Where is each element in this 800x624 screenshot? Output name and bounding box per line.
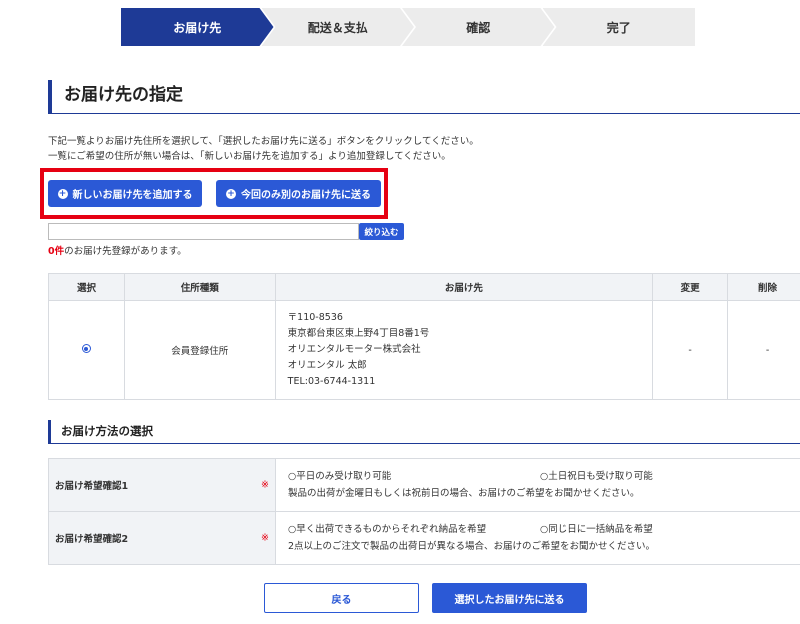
instruction-line-2: 一覧にご希望の住所が無い場合は、「新しいお届け先を追加する」より追加登録してくだ… <box>48 151 451 162</box>
split-delivery-option[interactable]: ○早く出荷できるものからそれぞれ納品を希望 <box>288 521 540 538</box>
street-address: 東京都台東区東上野4丁目8番1号 <box>287 328 430 339</box>
checkout-steps: お届け先 配送＆支払 確認 完了 <box>121 8 731 46</box>
address-type: 会員登録住所 <box>123 300 276 400</box>
method-label-1: お届け希望確認1 ※ <box>48 458 276 512</box>
plus-circle-icon: + <box>57 188 68 199</box>
weekday-only-option[interactable]: ○平日のみ受け取り可能 <box>288 468 540 485</box>
page-title: お届け先の指定 <box>48 80 800 114</box>
postal-code: 〒110-8536 <box>287 312 343 323</box>
step-shipping-payment: 配送＆支払 <box>262 8 415 46</box>
edit-cell: - <box>652 300 729 400</box>
instruction-line-1: 下記一覧よりお届け先住所を選択して、「選択したお届け先に送る」ボタンをクリックし… <box>48 136 479 147</box>
instructions: 下記一覧よりお届け先住所を選択して、「選択したお届け先に送る」ボタンをクリックし… <box>48 134 479 164</box>
recipient-name: オリエンタル 太郎 <box>287 360 367 371</box>
header-address: お届け先 <box>274 273 654 301</box>
method-options-2: ○早く出荷できるものからそれぞれ納品を希望 ○同じ日に一括納品を希望 2点以上の… <box>275 511 800 565</box>
phone-number: TEL:03-6744-1311 <box>287 376 376 387</box>
method-note-2: 2点以上のご注文で製品の出荷日が異なる場合、お届けのご希望をお聞かせください。 <box>288 541 656 552</box>
header-select: 選択 <box>48 273 125 301</box>
delivery-method-table: お届け希望確認1 ※ ○平日のみ受け取り可能 ○土日祝日も受け取り可能 製品の出… <box>48 458 800 565</box>
send-selected-button[interactable]: 選択したお届け先に送る <box>432 583 587 613</box>
filter-button[interactable]: 絞り込む <box>359 223 404 240</box>
table-row: お届け希望確認2 ※ ○早く出荷できるものからそれぞれ納品を希望 ○同じ日に一括… <box>48 511 800 565</box>
header-edit: 変更 <box>652 273 729 301</box>
address-search-input[interactable] <box>48 223 359 240</box>
header-delete: 削除 <box>727 273 800 301</box>
back-button[interactable]: 戻る <box>264 583 419 613</box>
header-type: 住所種類 <box>123 273 276 301</box>
bulk-delivery-option[interactable]: ○同じ日に一括納品を希望 <box>540 521 653 538</box>
method-options-1: ○平日のみ受け取り可能 ○土日祝日も受け取り可能 製品の出荷が金曜日もしくは祝前… <box>275 458 800 512</box>
address-detail: 〒110-8536 東京都台東区東上野4丁目8番1号 オリエンタルモーター株式会… <box>274 300 654 400</box>
method-label-2: お届け希望確認2 ※ <box>48 511 276 565</box>
step-confirm: 確認 <box>402 8 555 46</box>
address-table-header: 選択 住所種類 お届け先 変更 削除 <box>48 273 800 301</box>
address-count: 0件のお届け先登録があります。 <box>48 243 187 257</box>
address-radio-button[interactable] <box>81 344 91 353</box>
step-delivery-address: お届け先 <box>121 8 274 46</box>
required-mark: ※ <box>261 532 269 544</box>
method-note-1: 製品の出荷が金曜日もしくは祝前日の場合、お届けのご希望をお聞かせください。 <box>288 488 640 499</box>
table-row: お届け希望確認1 ※ ○平日のみ受け取り可能 ○土日祝日も受け取り可能 製品の出… <box>48 458 800 512</box>
plus-circle-icon: + <box>226 188 236 199</box>
delete-cell: - <box>727 300 800 400</box>
send-to-other-address-button[interactable]: + 今回のみ別のお届け先に送る <box>216 180 381 207</box>
address-count-number: 0件 <box>48 246 65 257</box>
add-new-address-button[interactable]: + 新しいお届け先を追加する <box>48 180 202 207</box>
address-count-text: のお届け先登録があります。 <box>64 246 187 257</box>
select-cell <box>48 300 125 400</box>
company-name: オリエンタルモーター株式会社 <box>287 344 421 355</box>
delivery-method-title: お届け方法の選択 <box>48 420 800 444</box>
required-mark: ※ <box>261 479 269 491</box>
address-table: 選択 住所種類 お届け先 変更 削除 会員登録住所 〒110-8536 東京都台… <box>48 273 800 400</box>
step-complete: 完了 <box>542 8 695 46</box>
weekend-ok-option[interactable]: ○土日祝日も受け取り可能 <box>540 468 653 485</box>
table-row: 会員登録住所 〒110-8536 東京都台東区東上野4丁目8番1号 オリエンタル… <box>48 300 800 400</box>
